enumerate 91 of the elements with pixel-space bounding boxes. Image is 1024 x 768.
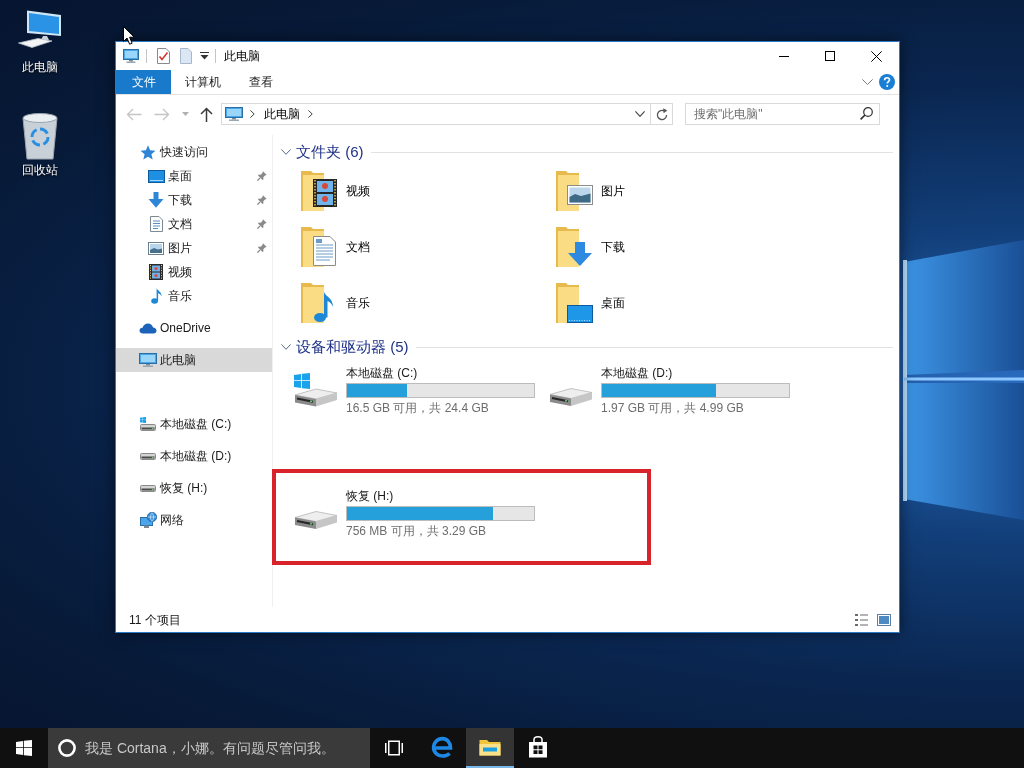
ribbon-tab[interactable]: 查看: [235, 70, 287, 94]
folder-item[interactable]: 桌面: [555, 275, 810, 331]
chevron-down-icon[interactable]: [862, 79, 873, 85]
drive-icon: [140, 484, 156, 492]
picture-icon: [148, 241, 164, 255]
pin-icon[interactable]: [257, 171, 267, 181]
film-strip-icon: [149, 264, 163, 280]
search-icon[interactable]: [860, 107, 873, 120]
nav-item[interactable]: 此电脑: [116, 348, 272, 372]
caret-down-icon[interactable]: [200, 52, 209, 60]
nav-item[interactable]: 本地磁盘 (D:): [116, 444, 272, 468]
desktop-shortcut[interactable]: 回收站: [0, 112, 80, 180]
folder-item[interactable]: 图片: [555, 163, 810, 219]
drive-name: 恢复 (H:): [346, 488, 394, 504]
group-header[interactable]: 设备和驱动器 (5): [281, 335, 409, 359]
chevron-right-icon[interactable]: [308, 110, 313, 118]
computer-icon: [139, 353, 157, 367]
document-folder-icon: [300, 226, 338, 268]
folder-icon: [479, 738, 501, 756]
nav-item[interactable]: 文档: [116, 212, 272, 236]
computer-icon: [225, 107, 243, 121]
search-field[interactable]: 搜索"此电脑": [685, 103, 880, 125]
taskbar-app-button[interactable]: [466, 728, 514, 768]
document-icon: [149, 216, 163, 232]
nav-item[interactable]: 下载: [116, 188, 272, 212]
nav-item[interactable]: 快速访问: [116, 140, 272, 164]
arrow-up-icon: [199, 106, 213, 122]
free-space-text: 756 MB 可用，共 3.29 GB: [346, 523, 487, 539]
arrow-left-icon: [126, 107, 142, 121]
maximize-icon: [825, 51, 835, 61]
cloud-icon: [139, 322, 157, 334]
nav-item[interactable]: 恢复 (H:): [116, 476, 272, 500]
window-title: 此电脑: [224, 48, 260, 65]
folder-item[interactable]: 文档: [300, 219, 555, 275]
nav-item[interactable]: 本地磁盘 (C:): [116, 412, 272, 436]
drive-name: 本地磁盘 (D:): [601, 365, 673, 381]
desktop-shortcut[interactable]: 此电脑: [0, 10, 80, 78]
ring-icon: [58, 739, 76, 757]
download-folder-icon: [555, 226, 593, 268]
drive-icon: [140, 452, 156, 460]
pin-icon[interactable]: [257, 219, 267, 229]
computer-icon[interactable]: [123, 49, 139, 63]
minimize-icon: [779, 55, 789, 57]
picture-folder-icon: [555, 170, 593, 212]
nav-item[interactable]: 桌面: [116, 164, 272, 188]
nav-item[interactable]: OneDrive: [116, 316, 272, 340]
drive-icon: [140, 417, 156, 431]
breadcrumb-item[interactable]: 此电脑: [264, 105, 300, 123]
network-icon: [139, 512, 157, 528]
folder-item[interactable]: 下载: [555, 219, 810, 275]
nav-item[interactable]: 视频: [116, 260, 272, 284]
taskbar-search-field[interactable]: 我是 Cortana，小娜。有问题尽管问我。: [48, 728, 370, 768]
refresh-icon: [655, 107, 668, 121]
item-count: 11 个项目: [129, 611, 181, 629]
nav-item[interactable]: 网络: [116, 508, 272, 532]
hard-drive-icon: [549, 388, 593, 407]
chevron-right-icon[interactable]: [250, 110, 255, 118]
star-icon: [140, 144, 156, 160]
address-bar[interactable]: 此电脑: [221, 103, 673, 125]
free-space-text: 16.5 GB 可用，共 24.4 GB: [346, 400, 489, 416]
ribbon-tab[interactable]: 计算机: [171, 70, 235, 94]
browser-e-icon: [431, 736, 453, 758]
film-folder-icon: [300, 170, 338, 212]
file-tab[interactable]: 文件: [116, 70, 171, 94]
hard-drive-icon: [294, 373, 338, 407]
folder-item[interactable]: 视频: [300, 163, 555, 219]
hard-drive-icon: [294, 511, 338, 530]
start-logo-icon: [16, 740, 32, 756]
nav-item[interactable]: 音乐: [116, 284, 272, 308]
large-icons-view-icon[interactable]: [877, 613, 891, 626]
music-note-icon: [150, 288, 162, 304]
chevron-down-icon[interactable]: [635, 111, 645, 117]
details-view-icon[interactable]: [855, 613, 868, 626]
arrow-right-icon: [154, 107, 170, 121]
group-header[interactable]: 文件夹 (6): [281, 140, 364, 164]
screen-icon: [147, 169, 165, 183]
screen-folder-icon: [555, 282, 593, 324]
free-space-text: 1.97 GB 可用，共 4.99 GB: [601, 400, 744, 416]
task-view-icon: [385, 740, 403, 756]
help-icon[interactable]: [879, 74, 895, 90]
close-icon: [870, 50, 882, 62]
pin-icon[interactable]: [257, 243, 267, 253]
computer-icon: [18, 10, 62, 48]
nav-item[interactable]: 图片: [116, 236, 272, 260]
folder-item[interactable]: 音乐: [300, 275, 555, 331]
shopping-bag-icon: [528, 736, 548, 758]
drive-name: 本地磁盘 (C:): [346, 365, 418, 381]
pin-icon[interactable]: [257, 195, 267, 205]
recycle-bin-icon: [21, 112, 59, 160]
checked-document-icon[interactable]: [157, 48, 170, 64]
down-arrow-icon: [148, 192, 164, 208]
